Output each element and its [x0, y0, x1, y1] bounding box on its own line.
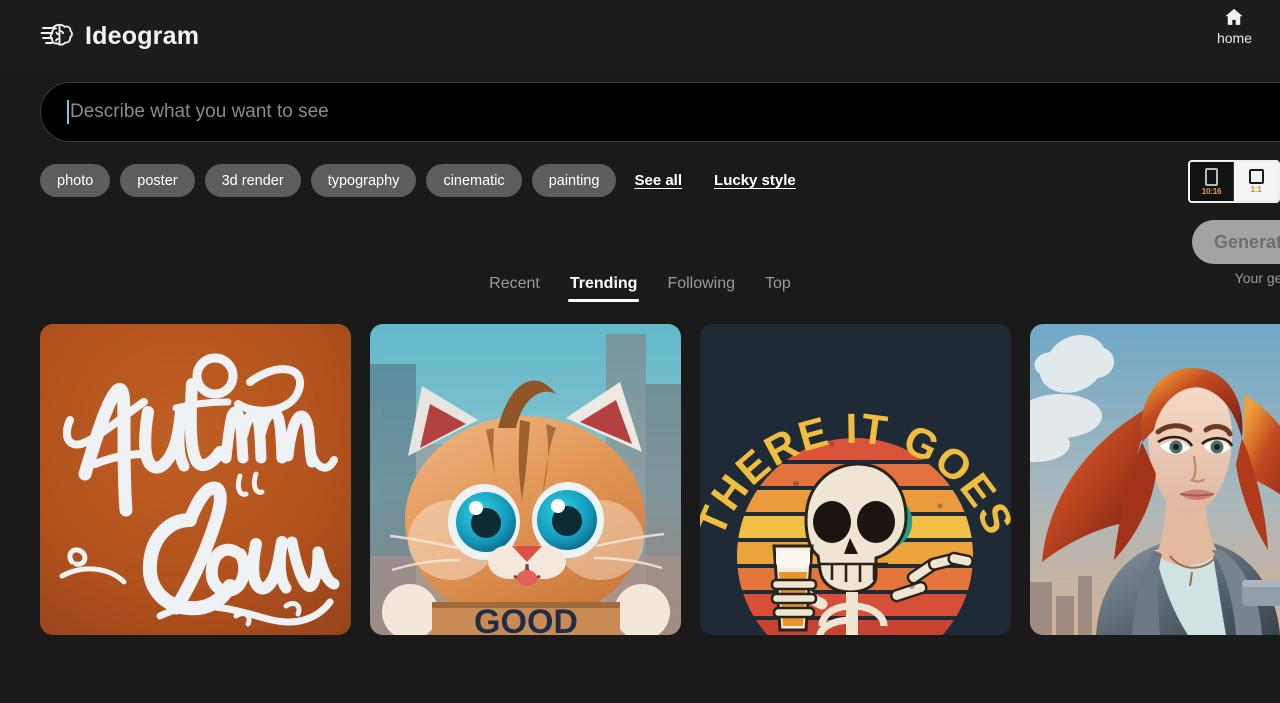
prompt-section: Describe what you want to see [0, 72, 1280, 142]
aspect-ratio-option-10-16[interactable]: 10:16 [1190, 162, 1234, 201]
gallery-card[interactable]: GOOD [370, 324, 681, 635]
card-image-autumn-lettering [40, 324, 351, 635]
style-chip-cinematic[interactable]: cinematic [426, 164, 521, 197]
aspect-ratio-option-1-1[interactable]: 1:1 [1234, 162, 1278, 201]
card-image-skeleton-retro: THERE IT GOES [700, 324, 1011, 635]
style-chip-typography[interactable]: typography [311, 164, 417, 197]
prompt-input[interactable]: Describe what you want to see [40, 82, 1280, 142]
aspect-ratio-label: 10:16 [1202, 187, 1221, 196]
app-header: Ideogram home [0, 0, 1280, 72]
lucky-style-link[interactable]: Lucky style [714, 172, 796, 189]
gallery-card[interactable]: THERE IT GOES [700, 324, 1011, 635]
style-chip-3d-render[interactable]: 3d render [205, 164, 301, 197]
brand-name: Ideogram [85, 22, 199, 51]
nav-item-home-label: home [1217, 30, 1252, 46]
card-image-redhead-portrait [1030, 324, 1280, 635]
style-chip-poster[interactable]: poster [120, 164, 194, 197]
aspect-ratio-label: 1:1 [1251, 185, 1262, 194]
prompt-placeholder: Describe what you want to see [70, 101, 329, 123]
home-icon [1223, 6, 1245, 28]
style-chip-photo[interactable]: photo [40, 164, 110, 197]
portrait-rect-icon [1205, 168, 1218, 186]
nav-item-home[interactable]: home [1209, 4, 1260, 48]
style-chip-painting[interactable]: painting [532, 164, 617, 197]
ideogram-app: Ideogram home Describe what you want to … [0, 0, 1280, 703]
text-caret [67, 100, 69, 124]
style-chips-row: photo poster 3d render typography cinema… [0, 142, 1280, 197]
tab-recent[interactable]: Recent [487, 275, 542, 307]
card-image-kitten-sign: GOOD [370, 324, 681, 635]
tab-following[interactable]: Following [665, 275, 737, 307]
feed-tabs: Recent Trending Following Top [0, 275, 1280, 307]
tab-trending[interactable]: Trending [568, 275, 640, 307]
brand-logo[interactable]: Ideogram [40, 19, 199, 53]
tab-top[interactable]: Top [763, 275, 793, 307]
gallery-card[interactable] [40, 324, 351, 635]
aspect-ratio-selector: 10:16 1:1 [1188, 160, 1280, 203]
see-all-link[interactable]: See all [634, 172, 682, 189]
generate-button[interactable]: Generate [1192, 220, 1280, 264]
generation-note: Your generation will b [1235, 270, 1280, 286]
svg-text:GOOD: GOOD [474, 603, 578, 635]
feed-gallery: GOOD [0, 307, 1280, 635]
brain-icon [40, 19, 74, 53]
square-rect-icon [1249, 169, 1264, 184]
header-actions: home [1209, 4, 1260, 48]
gallery-card[interactable] [1030, 324, 1280, 635]
